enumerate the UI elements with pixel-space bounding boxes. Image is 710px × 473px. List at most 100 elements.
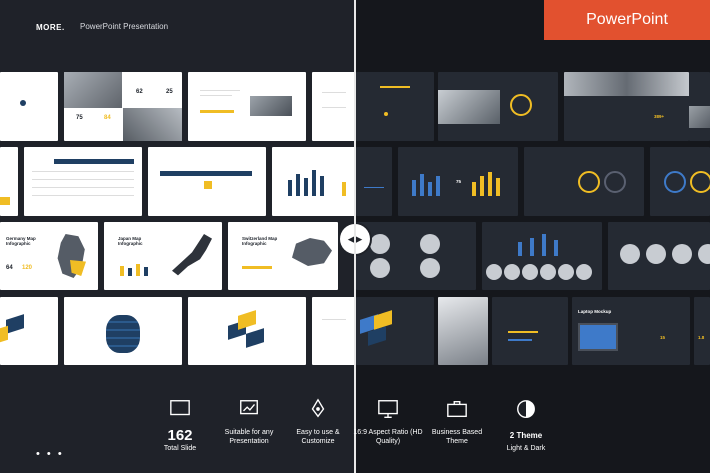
feature-label: Suitable for any Presentation — [224, 429, 274, 445]
chart-bar — [420, 174, 424, 196]
building-photo — [689, 106, 710, 128]
slide-thumbnail-dark-4[interactable] — [689, 72, 710, 141]
chart-bar — [542, 234, 546, 256]
slide-thumbnail-dark-8[interactable] — [650, 147, 710, 216]
slide-thumbnail-dark-2[interactable] — [438, 72, 558, 141]
slide-thumbnail-light-8[interactable] — [272, 147, 355, 216]
text-line — [200, 95, 232, 96]
slide-thumbnail-dark-14[interactable] — [492, 297, 568, 365]
slide-thumbnail-light-2[interactable]: 62 25 75 84 — [64, 72, 182, 141]
chart-bar — [320, 176, 324, 196]
brand-logo-text: MORE. — [36, 23, 65, 32]
cube-shape — [6, 314, 24, 334]
feature-total-slides: 162 Total Slide — [145, 398, 215, 453]
slide-thumbnail-dark-13[interactable] — [438, 297, 488, 365]
stat-value: 389+ — [654, 114, 665, 119]
pen-tool-icon — [311, 398, 325, 418]
chart-bar — [128, 268, 132, 276]
cube-shape — [246, 328, 264, 348]
slides-icon — [170, 400, 190, 416]
powerpoint-badge: PowerPoint — [544, 0, 710, 40]
slide-thumbnail-light-15[interactable] — [312, 297, 355, 365]
table-row — [32, 195, 134, 196]
slide-thumbnail-dark-15[interactable]: Laptop Mockup 15 — [572, 297, 690, 365]
slide-thumbnail-light-5[interactable] — [0, 147, 18, 216]
chart-bar — [518, 242, 522, 256]
text-line — [322, 107, 346, 108]
chart-bar — [554, 240, 558, 256]
text-line — [322, 92, 346, 93]
slide-thumbnail-light-10[interactable]: Japan Map Infographic — [104, 222, 222, 290]
team-avatar — [420, 258, 440, 278]
slide-thumbnail-light-4[interactable] — [312, 72, 355, 141]
chart-bar — [488, 172, 492, 196]
stat-value: 64 — [6, 265, 13, 271]
progress-bar — [242, 266, 272, 269]
chart-bar — [472, 182, 476, 196]
chart-bar — [288, 180, 292, 196]
chart-bar — [312, 170, 316, 196]
feature-suitable: Suitable for any Presentation — [214, 398, 284, 446]
building-photo — [123, 108, 182, 141]
laptop-mockup-title: Laptop Mockup — [578, 309, 612, 314]
cube-shape — [238, 310, 256, 330]
slide-thumbnail-dark-11[interactable] — [608, 222, 710, 290]
slide-thumbnail-light-7[interactable] — [148, 147, 266, 216]
half-circle-icon — [517, 400, 535, 418]
bullet-dot — [384, 112, 388, 116]
slide-thumbnail-light-11[interactable]: Switzerland Map Infographic — [228, 222, 338, 290]
slide-thumbnail-light-13[interactable] — [64, 297, 182, 365]
slide-thumbnail-dark-3[interactable]: 389+ — [564, 72, 689, 141]
team-avatar — [504, 264, 520, 280]
chart-bar — [530, 238, 534, 256]
feature-label: Light & Dark — [506, 445, 546, 452]
feature-aspect-ratio: 16:9 Aspect Ratio (HD Quality) — [353, 398, 423, 446]
slide-thumbnail-dark-7[interactable] — [524, 147, 644, 216]
stat-value: 120 — [22, 265, 33, 271]
slide-thumbnail-dark-1[interactable] — [356, 72, 434, 141]
progress-bar — [380, 86, 410, 88]
slide-thumbnail-light-1[interactable] — [0, 72, 58, 141]
slide-thumbnail-light-9[interactable]: Germany Map Infographic 64 120 — [0, 222, 98, 290]
cube-shape — [0, 325, 8, 343]
team-avatar — [646, 244, 666, 264]
slide-thumbnail-dark-6[interactable]: 75 — [398, 147, 518, 216]
team-avatar — [698, 244, 710, 264]
chart-bar — [496, 178, 500, 196]
chart-bar — [480, 176, 484, 196]
slide-thumbnail-dark-16[interactable]: 1.8 — [694, 297, 710, 365]
stat-value: 15 — [660, 335, 666, 340]
chart-bar — [120, 266, 124, 276]
slide-thumbnail-light-14[interactable] — [188, 297, 306, 365]
team-avatar — [420, 234, 440, 254]
stat-value: 75 — [76, 115, 83, 121]
slide-thumbnail-light-3[interactable] — [188, 72, 306, 141]
stat-circle — [20, 100, 26, 106]
chart-bar — [428, 182, 432, 196]
slide-thumbnail-light-12[interactable] — [0, 297, 58, 365]
photo-strip — [564, 72, 689, 96]
stacked-disc-graphic — [106, 315, 140, 353]
team-avatar — [370, 258, 390, 278]
table-header — [54, 159, 134, 164]
slide-thumbnail-light-6[interactable] — [24, 147, 142, 216]
feature-label: Business Based Theme — [431, 429, 483, 445]
text-line — [322, 319, 346, 320]
more-dots: • • • — [36, 448, 64, 460]
table-cell — [0, 197, 10, 205]
slide-thumbnail-dark-5[interactable] — [356, 147, 392, 216]
line-chart — [364, 167, 384, 188]
percentage-ring — [578, 171, 600, 193]
chart-bar — [144, 267, 148, 276]
chart-analysis-icon — [240, 400, 258, 415]
table-row — [32, 179, 134, 180]
building-photo — [64, 72, 122, 108]
stat-value: 84 — [104, 115, 111, 121]
stat-value: 25 — [166, 89, 173, 95]
slide-thumbnail-dark-9[interactable] — [356, 222, 476, 290]
slide-thumbnail-dark-12[interactable] — [356, 297, 434, 365]
team-avatar — [620, 244, 640, 264]
briefcase-icon — [447, 400, 467, 418]
slide-thumbnail-dark-10[interactable] — [482, 222, 602, 290]
feature-label: Total Slide — [163, 445, 197, 452]
